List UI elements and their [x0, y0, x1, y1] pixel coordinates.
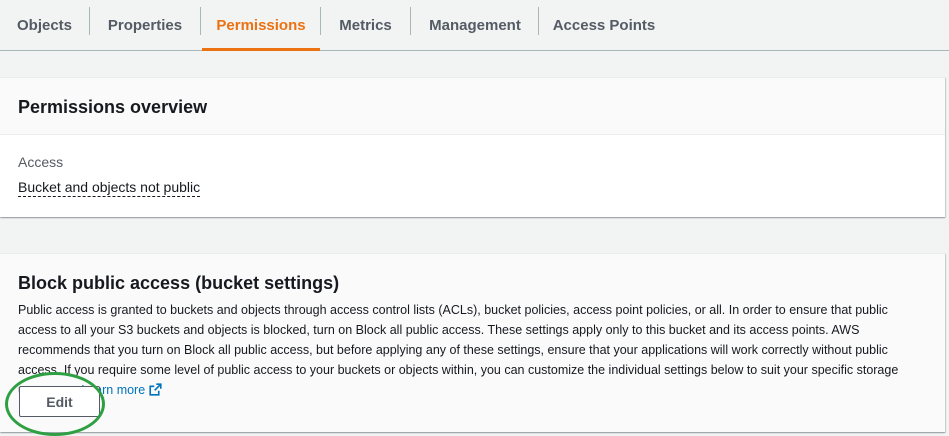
- tab-management[interactable]: Management: [411, 0, 539, 50]
- access-value[interactable]: Bucket and objects not public: [18, 179, 201, 197]
- permissions-overview-panel: Permissions overview Access Bucket and o…: [0, 77, 945, 217]
- tab-bar: Objects Properties Permissions Metrics M…: [0, 0, 949, 51]
- access-label: Access: [18, 154, 64, 170]
- edit-button[interactable]: Edit: [19, 386, 100, 417]
- block-public-access-description: Public access is granted to buckets and …: [18, 300, 916, 400]
- tab-divider: [200, 7, 201, 35]
- tab-metrics[interactable]: Metrics: [321, 0, 410, 50]
- permissions-overview-title: Permissions overview: [18, 97, 208, 117]
- tab-access-points[interactable]: Access Points: [539, 0, 669, 50]
- external-link-icon: [149, 383, 162, 396]
- tab-properties[interactable]: Properties: [90, 0, 200, 50]
- block-public-access-title: Block public access (bucket settings): [18, 273, 340, 293]
- block-public-access-panel: Block public access (bucket settings) Pu…: [0, 253, 945, 432]
- panel-header: Permissions overview: [0, 78, 945, 135]
- tab-permissions[interactable]: Permissions: [202, 0, 320, 51]
- tab-objects[interactable]: Objects: [0, 0, 89, 50]
